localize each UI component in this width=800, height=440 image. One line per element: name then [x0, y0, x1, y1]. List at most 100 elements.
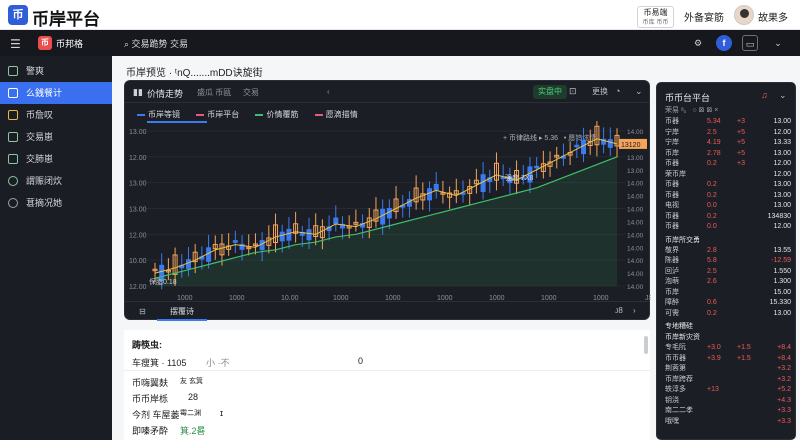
market-row[interactable]: 币岸跨荐 +3.2 [657, 375, 795, 385]
market-row[interactable]: 敬界 2.8 13.55 [657, 246, 795, 256]
sidebar-item-trade[interactable]: 交易崽 [0, 126, 112, 148]
bell-icon[interactable]: ◔ [615, 86, 620, 96]
tab-trade[interactable]: 交易 [243, 87, 259, 98]
market-row[interactable]: 回泸 2.5 1.550 [657, 267, 795, 277]
sidebar-item-overview[interactable]: 警爽 [0, 60, 112, 82]
sidebar-item-label: 币詹叹 [26, 110, 54, 120]
market-cell: +1.5 [737, 354, 751, 362]
top-link[interactable]: 外备宴筋 [684, 9, 724, 24]
market-cell: 哦嘿 [665, 417, 679, 425]
market-row[interactable]: 宁岸 4.19 +5 13.33 [657, 138, 795, 148]
chevron-left-icon[interactable]: ‹ [327, 87, 330, 96]
sidebar-item-calc[interactable]: 么銭餐计 [0, 82, 112, 104]
grid-icon[interactable]: ⊟ [139, 307, 146, 316]
chevron-down-icon[interactable]: ⌄ [770, 35, 786, 51]
market-row[interactable]: 币岸 15.00 [657, 288, 795, 298]
market-cell: +5 [737, 128, 745, 136]
sidebar-item-label: 交易崽 [26, 132, 54, 142]
market-row[interactable]: 障醉 0.6 15.330 [657, 298, 795, 308]
app-icon[interactable]: ▭ [742, 35, 758, 51]
market-row[interactable]: 南二二孝 +3.3 [657, 406, 795, 416]
y-tick-label: 13.00 [129, 181, 147, 188]
market-cell: 0.2 [707, 160, 717, 167]
market-row[interactable]: 宁岸 2.5 +5 12.00 [657, 128, 795, 138]
candle-body [279, 231, 285, 242]
sidebar-item-trade2[interactable]: 交肺崽 [0, 148, 112, 170]
y-tick-label-right: 14.00 [627, 181, 644, 188]
live-button[interactable]: 实盘中 [533, 85, 567, 99]
market-row[interactable]: 币器 0.0 12.00 [657, 222, 795, 232]
market-row[interactable]: 哦嘿 +3.3 [657, 417, 795, 427]
search-bar[interactable]: ⌕ 交易跪势 交易 [124, 37, 188, 50]
app-badge-button[interactable]: 币易端 币库 币币 [637, 6, 674, 28]
info-row-label: 车瘦箕 · 1105 [132, 358, 187, 368]
market-cell: 12.00 [773, 170, 791, 178]
market-cell: 2.78 [707, 149, 721, 157]
market-row[interactable]: 币器 0.2 13.00 [657, 180, 795, 190]
sidebar-item-globe[interactable]: 謂赈闭炊 [0, 170, 112, 192]
legend-item[interactable]: 愿滴描情 [314, 110, 358, 119]
market-row[interactable]: 可需 0.2 13.00 [657, 309, 795, 319]
badge-line1: 币易端 [643, 8, 668, 17]
tab-market[interactable]: 盛瓜 币瓯 [197, 87, 231, 98]
scrollbar[interactable] [644, 336, 648, 354]
chevron-down-icon[interactable]: ⌄ [779, 90, 787, 101]
candle-body [259, 240, 265, 251]
user-name[interactable]: 故果多 [758, 9, 788, 24]
market-row[interactable]: 陈器 5.8 -12.59 [657, 256, 795, 266]
market-row[interactable]: 币币器 +3.9 +1.5 +8.4 [657, 354, 795, 364]
market-row[interactable]: 币岸 2.78 +5 13.00 [657, 149, 795, 159]
candle-body [206, 247, 212, 262]
market-cell: 13.00 [773, 202, 791, 209]
y-tick-label: 13.00 [129, 129, 147, 136]
more-button[interactable]: 更换 [587, 85, 613, 99]
market-row[interactable]: 币器 0.2 13.00 [657, 191, 795, 201]
search-icon: ⌕ [124, 39, 132, 49]
market-cell: 12.00 [773, 128, 791, 136]
candle-body [306, 229, 312, 241]
panel-title: 币币台平台 [665, 93, 711, 103]
panel-section-title: 币岸新灾资 [665, 334, 700, 341]
sidebar-item-label: 葚摘况她 [26, 198, 63, 208]
avatar[interactable] [734, 5, 754, 25]
market-cell: 币币器 [665, 354, 686, 362]
chart-footer: ⊟ 摆覆诗 ᴊ8 › [125, 301, 649, 321]
crop-icon[interactable]: ⊡ [569, 86, 577, 97]
bell-icon[interactable]: ♫ [761, 90, 768, 100]
chevron-right-icon[interactable]: › [633, 306, 636, 315]
market-cell: 2.5 [707, 128, 717, 136]
hamburger-icon[interactable]: ☰ [10, 37, 21, 51]
market-row[interactable]: 币器 5.34 +3 13.00 [657, 117, 795, 127]
globe-icon [8, 176, 18, 186]
market-cell: 障醉 [665, 299, 679, 306]
market-row[interactable]: 泡萌 2.6 1.300 [657, 277, 795, 287]
market-row[interactable]: 币器 0.2 +3 12.00 [657, 159, 795, 169]
market-cell: 币器 [665, 191, 679, 199]
candle-body [159, 264, 165, 281]
facebook-icon[interactable]: f [716, 35, 732, 51]
market-row[interactable]: 钥浇 +4.3 [657, 396, 795, 406]
info-row-value: 28 [188, 392, 199, 402]
panel-section-title: 专地糟硅 [665, 323, 693, 330]
market-row[interactable]: 轶淳多 +13 +5.2 [657, 385, 795, 395]
market-cell: 币岸 [665, 288, 679, 296]
market-row[interactable]: 荆蓉第 +3.2 [657, 364, 795, 374]
market-row[interactable]: 专毛阮 +3.0 +1.5 +8.4 [657, 343, 795, 353]
settings-icon[interactable]: ⚙ [690, 35, 706, 51]
brand-logo-icon[interactable]: 币 [8, 5, 28, 25]
market-cell: +5 [737, 149, 745, 157]
y-tick-label: 10.00 [129, 258, 147, 265]
legend-item[interactable]: 价情覆筋 [255, 110, 298, 119]
market-row[interactable]: 荣币岸 12.00 [657, 170, 795, 180]
chevron-down-icon[interactable]: ⌄ [635, 86, 643, 97]
candlestick-chart[interactable]: 13.00 12.00 13.00 13.00 12.00 10.00 12.00 14.00… [125, 121, 651, 301]
sidebar-item-settings[interactable]: 葚摘况她 [0, 192, 112, 214]
chat-icon [8, 154, 18, 164]
candle-body [581, 139, 587, 155]
market-row[interactable]: 电视 0.0 13.00 [657, 201, 795, 211]
footer-tab[interactable]: 摆覆诗 [157, 303, 207, 321]
market-row[interactable]: 币器 0.2 134830 [657, 212, 795, 222]
candle-body [333, 217, 339, 225]
market-cell: 13.00 [773, 309, 791, 317]
sidebar-item-wallet[interactable]: 币詹叹 [0, 104, 112, 126]
